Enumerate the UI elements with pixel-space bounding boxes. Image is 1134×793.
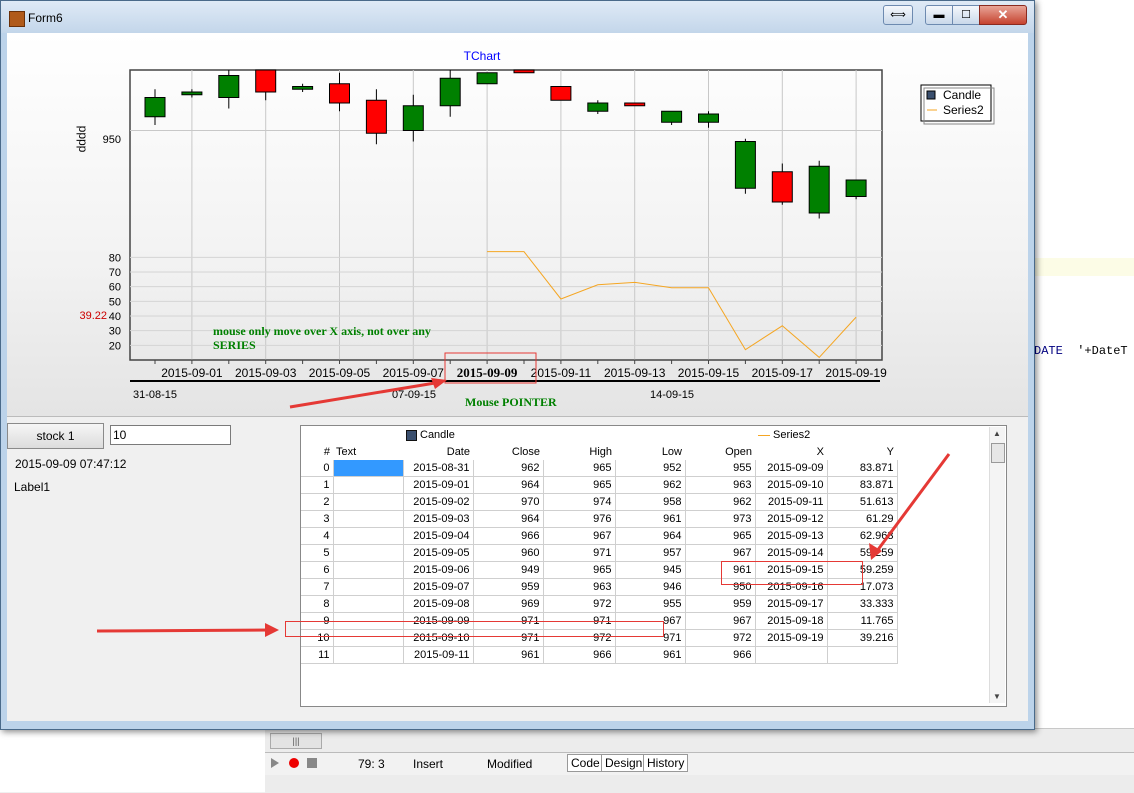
form-client-area: TChart pppp 950 80 70 60 50 40 30 20 39.22 201… xyxy=(7,33,1028,721)
tab-code[interactable]: Code xyxy=(567,754,604,772)
form-window: Form6 ⟺ ▬ ☐ ✕ TChart pppp 950 80 70 60 50 40… xyxy=(0,0,1035,730)
tab-history[interactable]: History xyxy=(643,754,689,772)
current-line-highlight xyxy=(1034,258,1134,276)
app-icon xyxy=(9,11,25,27)
insert-mode: Insert xyxy=(413,757,444,771)
window-title: Form6 xyxy=(28,11,63,25)
record-icon[interactable] xyxy=(289,758,299,768)
restore-button[interactable]: ⟺ xyxy=(883,5,913,25)
cursor-position: 79: 3 xyxy=(358,757,385,771)
tab-design[interactable]: Design xyxy=(601,754,647,772)
ide-status-bar: 79: 3 Insert Modified Code Design Histor… xyxy=(265,752,1134,775)
red-arrow-row6 xyxy=(869,453,951,560)
code-editor-area[interactable] xyxy=(1034,30,1134,730)
horizontal-scrollbar[interactable]: ||| xyxy=(270,733,322,749)
code-fragment: DATE '+DateT xyxy=(1034,344,1128,358)
red-arrow-row9 xyxy=(96,623,279,637)
annotation-arrows xyxy=(96,453,951,637)
close-button[interactable]: ✕ xyxy=(979,5,1027,25)
title-bar[interactable]: Form6 ⟺ ▬ ☐ ✕ xyxy=(1,1,1034,33)
maximize-button[interactable]: ☐ xyxy=(952,5,980,25)
modified-status: Modified xyxy=(487,757,533,771)
minimize-button[interactable]: ▬ xyxy=(925,5,953,25)
stop-icon[interactable] xyxy=(307,758,317,768)
run-icon[interactable] xyxy=(271,758,279,768)
